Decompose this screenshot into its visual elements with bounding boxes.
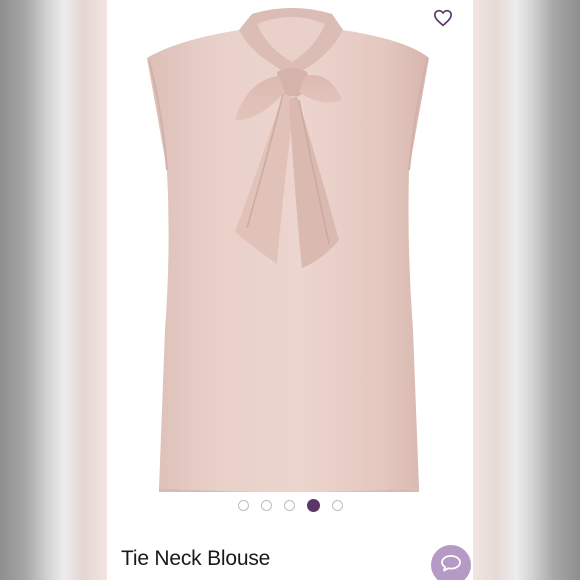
left-blurred-backdrop bbox=[0, 0, 107, 580]
listing-card: Tie Neck Blouse bbox=[107, 0, 473, 580]
carousel-dot-2[interactable] bbox=[260, 499, 272, 511]
like-button[interactable] bbox=[431, 6, 455, 30]
product-photo[interactable] bbox=[107, 0, 473, 492]
carousel-dot-3[interactable] bbox=[283, 499, 295, 511]
heart-outline-icon bbox=[434, 9, 452, 27]
listing-title: Tie Neck Blouse bbox=[121, 547, 271, 570]
right-blurred-backdrop bbox=[473, 0, 580, 580]
carousel-dot-5[interactable] bbox=[331, 499, 343, 511]
image-carousel-indicator bbox=[107, 497, 473, 513]
comment-button[interactable] bbox=[431, 545, 471, 580]
blouse-image bbox=[147, 8, 429, 492]
speech-bubble-icon bbox=[441, 555, 461, 572]
carousel-dot-4[interactable] bbox=[306, 498, 320, 512]
carousel-dot-1[interactable] bbox=[237, 499, 249, 511]
